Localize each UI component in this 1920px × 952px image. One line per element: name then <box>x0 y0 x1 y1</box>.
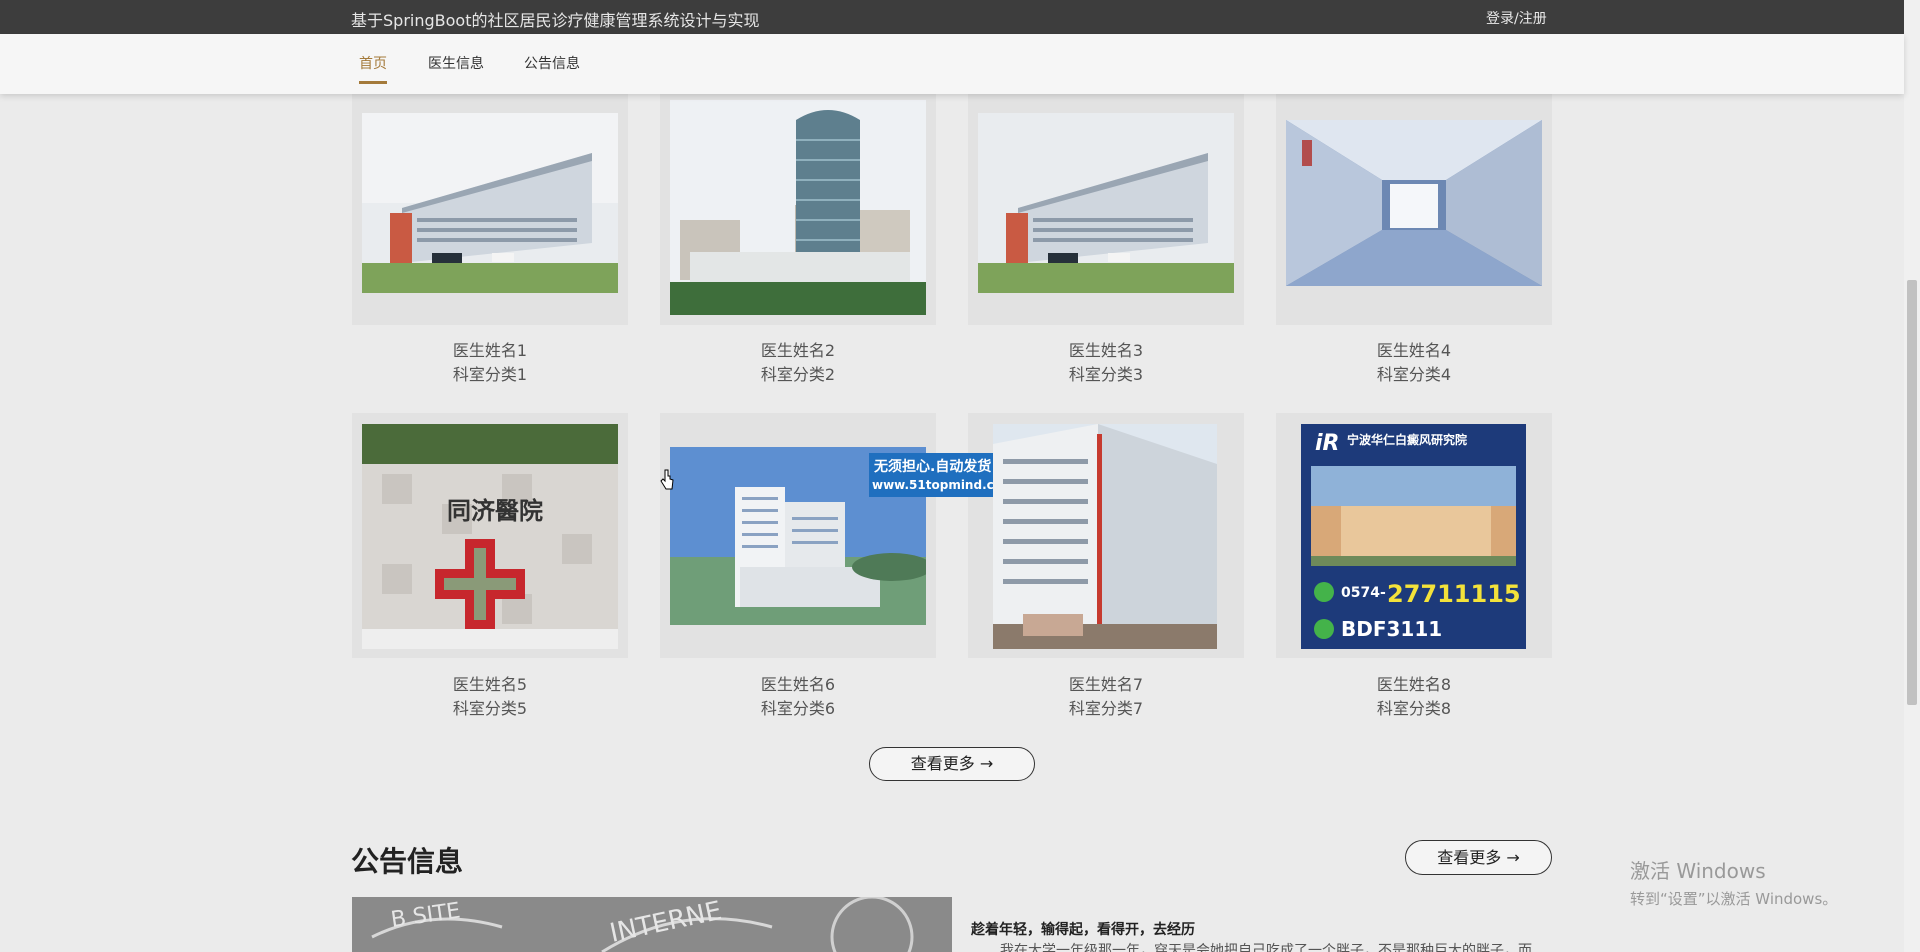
doctor-photo-1[interactable] <box>362 113 618 293</box>
doctor-photo-4[interactable] <box>1286 120 1542 286</box>
notice-image[interactable]: B SITE INTERNE <box>352 897 952 952</box>
login-register-link[interactable]: 登录/注册 <box>1486 8 1547 28</box>
svg-text:同济醫院: 同济醫院 <box>447 496 543 525</box>
doctor-dept-7: 科室分类7 <box>1068 699 1144 718</box>
doctor-dept-1: 科室分类1 <box>452 365 528 384</box>
svg-text:宁波华仁白癜风研究院: 宁波华仁白癜风研究院 <box>1347 432 1467 447</box>
nav-doctors[interactable]: 医生信息 <box>428 53 484 73</box>
doctor-photo-2[interactable] <box>670 100 926 315</box>
os-activation-watermark: 激活 Windows 转到“设置”以激活 Windows。 <box>1630 855 1837 909</box>
hand-cursor-icon <box>660 469 674 490</box>
notice-section-title: 公告信息 <box>351 845 464 878</box>
notice-article-excerpt: 我在大学一年级那一年，穿天是会她把自己吃成了一个胖子，不是那种巨大的胖子，而 <box>1000 943 1532 952</box>
main-nav: 首页 医生信息 公告信息 <box>0 34 1904 94</box>
doctor-photo-7[interactable] <box>993 424 1217 649</box>
doctor-name-5: 医生姓名5 <box>452 675 528 694</box>
svg-text:BDF3111: BDF3111 <box>1341 617 1442 641</box>
svg-text:0574-: 0574- <box>1341 585 1386 601</box>
doctor-dept-3: 科室分类3 <box>1068 365 1144 384</box>
watermark-line-2: 转到“设置”以激活 Windows。 <box>1630 890 1838 908</box>
nav-home[interactable]: 首页 <box>359 53 387 84</box>
doctor-dept-6: 科室分类6 <box>760 699 836 718</box>
doctor-photo-8[interactable]: iR 宁波华仁白癜风研究院 0574- 27711115 BDF3111 <box>1301 424 1526 649</box>
doctor-name-3: 医生姓名3 <box>1068 341 1144 360</box>
doctor-view-more-button[interactable]: 查看更多 → <box>869 747 1035 781</box>
svg-text:iR: iR <box>1315 431 1339 456</box>
doctor-name-2: 医生姓名2 <box>760 341 836 360</box>
doctor-dept-8: 科室分类8 <box>1376 699 1452 718</box>
doctor-name-4: 医生姓名4 <box>1376 341 1452 360</box>
doctor-dept-2: 科室分类2 <box>760 365 836 384</box>
doctor-name-6: 医生姓名6 <box>760 675 836 694</box>
svg-text:27711115: 27711115 <box>1387 580 1521 608</box>
site-title: 基于SpringBoot的社区居民诊疗健康管理系统设计与实现 <box>351 11 760 30</box>
doctor-photo-5[interactable]: 同济醫院 <box>362 424 618 649</box>
nav-notices[interactable]: 公告信息 <box>524 53 580 73</box>
doctor-name-7: 医生姓名7 <box>1068 675 1144 694</box>
doctor-photo-3[interactable] <box>978 113 1234 293</box>
doctor-name-8: 医生姓名8 <box>1376 675 1452 694</box>
page-scrollbar-thumb[interactable] <box>1907 280 1917 705</box>
notice-article-title[interactable]: 趁着年轻，输得起，看得开，去经历 <box>971 919 1195 939</box>
ad-text-1: 无须担心.自动发货 <box>874 459 992 475</box>
watermark-line-1: 激活 Windows <box>1630 859 1766 883</box>
doctor-name-1: 医生姓名1 <box>452 341 528 360</box>
top-bar: 基于SpringBoot的社区居民诊疗健康管理系统设计与实现 登录/注册 <box>0 0 1904 34</box>
doctor-dept-5: 科室分类5 <box>452 699 528 718</box>
doctor-dept-4: 科室分类4 <box>1376 365 1452 384</box>
notice-view-more-button[interactable]: 查看更多 → <box>1405 840 1552 875</box>
